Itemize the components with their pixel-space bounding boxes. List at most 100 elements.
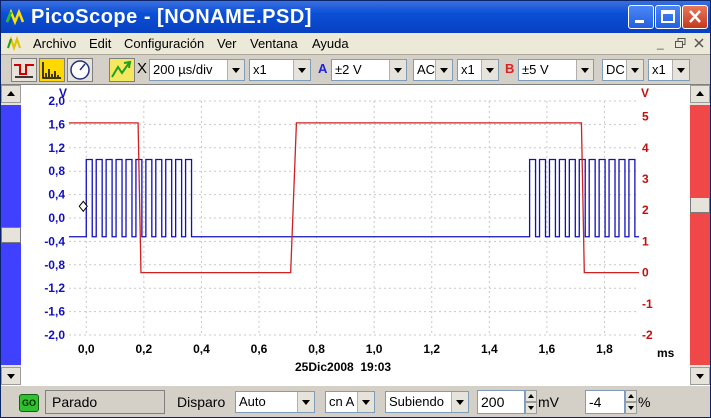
menu-ayuda[interactable]: Ayuda bbox=[312, 36, 349, 51]
channel-a-coupling-select[interactable]: AC bbox=[413, 59, 453, 81]
scroll-down-button[interactable] bbox=[690, 367, 710, 385]
traces bbox=[69, 122, 639, 274]
right-tick-label: 3 bbox=[642, 172, 649, 186]
scope-view-button[interactable] bbox=[11, 58, 37, 82]
chevron-down-icon[interactable] bbox=[297, 392, 314, 412]
meter-icon bbox=[70, 60, 90, 80]
chevron-down-icon[interactable] bbox=[576, 60, 593, 80]
trigger-level-spinner[interactable] bbox=[525, 390, 537, 414]
scroll-up-button[interactable] bbox=[1, 85, 21, 103]
chevron-down-icon[interactable] bbox=[435, 60, 452, 80]
chevron-down-icon[interactable] bbox=[626, 60, 643, 80]
pretrigger-spinner[interactable] bbox=[625, 390, 637, 414]
autoscale-button[interactable] bbox=[109, 58, 135, 82]
mdi-close-icon[interactable] bbox=[694, 38, 704, 48]
meter-view-button[interactable] bbox=[67, 58, 93, 82]
x-tick-label: 1,4 bbox=[481, 342, 498, 356]
spin-down-icon[interactable] bbox=[525, 402, 537, 414]
channel-b-offset-scrollbar[interactable] bbox=[690, 85, 710, 385]
title-bar[interactable]: PicoScope - [NONAME.PSD] bbox=[1, 1, 710, 33]
menu-ventana[interactable]: Ventana bbox=[250, 36, 298, 51]
waveform-plot[interactable]: 2,01,61,20,80,40,0-0,4-0,8-1,2-1,6-2,0 5… bbox=[21, 85, 690, 385]
channel-a-range-select[interactable]: ±2 V bbox=[331, 59, 407, 81]
arrow-up-icon bbox=[7, 91, 15, 96]
trigger-edge-value: Subiendo bbox=[389, 394, 444, 409]
mdi-restore-icon[interactable] bbox=[675, 38, 686, 49]
x-axis: 0,0 0,2 0,4 0,6 0,8 1,0 1,2 1,4 1,6 1,8 bbox=[78, 342, 613, 356]
picoscope-app-icon bbox=[6, 8, 25, 26]
channel-a-label: A bbox=[318, 61, 328, 76]
channel-a-range-value: ±2 V bbox=[335, 62, 362, 77]
right-axis: 5 4 3 2 1 0 -1 -2 bbox=[642, 110, 653, 342]
chevron-down-icon[interactable] bbox=[389, 60, 406, 80]
channel-a-multiplier-select[interactable]: x1 bbox=[457, 59, 499, 81]
chevron-down-icon[interactable] bbox=[451, 392, 468, 412]
go-button[interactable]: GO bbox=[19, 394, 39, 412]
channel-b-range-select[interactable]: ±5 V bbox=[518, 59, 594, 81]
menu-archivo[interactable]: Archivo bbox=[33, 36, 76, 51]
x-axis-unit: ms bbox=[657, 346, 675, 360]
scroll-down-button[interactable] bbox=[1, 367, 21, 385]
menu-configuracion[interactable]: Configuración bbox=[124, 36, 204, 51]
scroll-up-button[interactable] bbox=[690, 85, 710, 103]
trigger-source-select[interactable]: cn A bbox=[325, 391, 375, 413]
x-tick-label: 0,6 bbox=[251, 342, 268, 356]
timebase-value: 200 µs/div bbox=[153, 62, 213, 77]
maximize-button[interactable] bbox=[655, 5, 681, 29]
left-tick-label: 0,8 bbox=[48, 164, 65, 178]
minimize-button[interactable] bbox=[628, 5, 654, 29]
chevron-down-icon[interactable] bbox=[227, 60, 244, 80]
chevron-down-icon[interactable] bbox=[481, 60, 498, 80]
chevron-down-icon[interactable] bbox=[672, 60, 689, 80]
plot-grid bbox=[69, 100, 639, 336]
spin-down-icon[interactable] bbox=[625, 402, 637, 414]
channel-b-label: B bbox=[505, 61, 515, 76]
scope-display: 2,0 1,6 1,2 0,8 0,4 0,0 -0,4 -0,8 -1,2 -1,6 -2,0 5… bbox=[1, 85, 710, 385]
trigger-edge-select[interactable]: Subiendo bbox=[385, 391, 469, 413]
spectrum-icon bbox=[40, 59, 64, 81]
maximize-icon bbox=[661, 10, 675, 23]
channel-b-multiplier-select[interactable]: x1 bbox=[648, 59, 690, 81]
scrollbar-thumb[interactable] bbox=[690, 197, 710, 213]
spin-up-icon[interactable] bbox=[525, 390, 537, 402]
document-icon[interactable] bbox=[7, 36, 25, 52]
timebase-prefix: X bbox=[137, 60, 148, 77]
mdi-minimize-icon[interactable]: _ bbox=[657, 36, 664, 50]
series-trace-channel-b bbox=[69, 122, 639, 274]
menu-ver[interactable]: Ver bbox=[217, 36, 237, 51]
x-tick-label: 0,4 bbox=[193, 342, 210, 356]
window-title: PicoScope - [NONAME.PSD] bbox=[31, 6, 312, 28]
right-tick-label: 2 bbox=[642, 203, 649, 217]
arrow-down-icon bbox=[696, 374, 704, 379]
close-button[interactable] bbox=[682, 5, 708, 29]
channel-b-coupling-value: DC bbox=[606, 62, 625, 77]
channel-a-multiplier-value: x1 bbox=[461, 62, 475, 77]
x-tick-label: 1,8 bbox=[596, 342, 613, 356]
pretrigger-unit: % bbox=[638, 394, 651, 410]
left-axis: 2,01,61,20,80,40,0-0,4-0,8-1,2-1,6-2,0 bbox=[44, 94, 65, 342]
scrollbar-thumb[interactable] bbox=[1, 227, 21, 243]
menu-edit[interactable]: Edit bbox=[89, 36, 111, 51]
chevron-down-icon[interactable] bbox=[293, 60, 310, 80]
spectrum-view-button[interactable] bbox=[39, 58, 65, 82]
trigger-mode-select[interactable]: Auto bbox=[235, 391, 315, 413]
arrow-up-icon bbox=[696, 91, 704, 96]
scrollbar-track[interactable] bbox=[690, 105, 710, 365]
acquisition-state: Parado bbox=[45, 390, 165, 414]
chevron-down-icon[interactable] bbox=[357, 392, 374, 412]
timebase-select[interactable]: 200 µs/div bbox=[149, 59, 245, 81]
spin-up-icon[interactable] bbox=[625, 390, 637, 402]
scope-icon bbox=[14, 64, 34, 78]
trigger-level-input[interactable]: 200 bbox=[477, 390, 525, 414]
x-tick-label: 1,2 bbox=[423, 342, 440, 356]
close-icon bbox=[689, 10, 701, 23]
right-tick-label: 1 bbox=[642, 234, 649, 248]
channel-a-coupling-value: AC bbox=[417, 62, 436, 77]
channel-b-coupling-select[interactable]: DC bbox=[602, 59, 644, 81]
timebase-multiplier-select[interactable]: x1 bbox=[249, 59, 311, 81]
x-tick-label: 0,0 bbox=[78, 342, 95, 356]
left-tick-label: 0,0 bbox=[48, 211, 65, 225]
pretrigger-input[interactable]: -4 bbox=[585, 390, 625, 414]
status-bar: GO Parado Disparo Auto cn A Subiendo 200… bbox=[1, 385, 710, 417]
channel-a-offset-scrollbar[interactable] bbox=[1, 85, 21, 385]
